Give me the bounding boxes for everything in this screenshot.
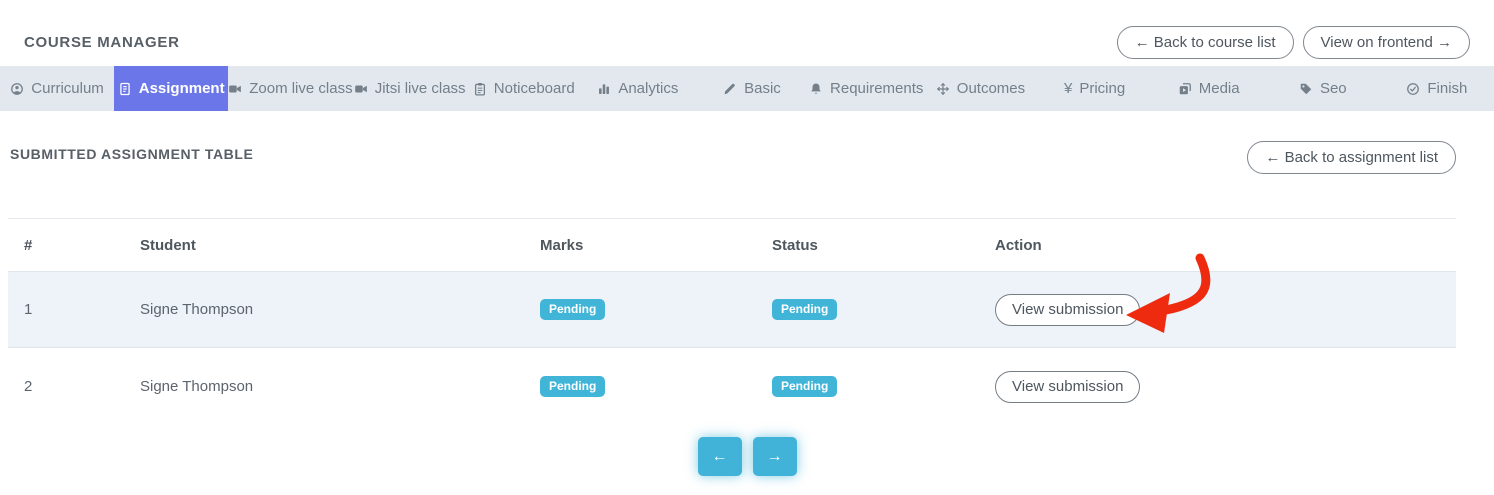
tab-label: Assignment	[139, 80, 225, 97]
tab-noticeboard[interactable]: Noticeboard	[467, 66, 581, 111]
back-to-assignment-list-button[interactable]: ← Back to assignment list	[1247, 141, 1456, 174]
marks-pending-badge: Pending	[540, 299, 605, 320]
next-page-button[interactable]: →	[753, 437, 797, 476]
student-cell: Signe Thompson	[124, 301, 524, 318]
bell-icon	[809, 82, 823, 96]
yen-icon: ¥	[1064, 82, 1072, 96]
index-cell: 2	[8, 378, 124, 395]
pen-icon	[723, 82, 737, 96]
section-header: SUBMITTED ASSIGNMENT TABLE ← Back to ass…	[10, 141, 1456, 174]
tab-pricing[interactable]: ¥ Pricing	[1038, 66, 1152, 111]
tab-label: Finish	[1427, 80, 1467, 97]
check-circle-icon	[1406, 82, 1420, 96]
table-row: 2Signe Thompson Pending Pending View submis…	[8, 348, 1456, 425]
tab-zoom-live-class[interactable]: Zoom live class	[228, 66, 352, 111]
table-row: 1Signe Thompson Pending Pending View submis…	[8, 271, 1456, 348]
tab-jitsi-live-class[interactable]: Jitsi live class	[353, 66, 467, 111]
tab-label: Requirements	[830, 80, 923, 97]
tab-label: Outcomes	[957, 80, 1025, 97]
tab-basic[interactable]: Basic	[695, 66, 809, 111]
student-cell: Signe Thompson	[124, 378, 524, 395]
column-header-student: Student	[124, 237, 524, 254]
column-header-marks: Marks	[524, 237, 756, 254]
view-submission-button[interactable]: View submission	[995, 294, 1140, 326]
table-body: 1Signe ThompsonPendingPendingView submis…	[8, 271, 1456, 425]
marks-cell: Pending	[524, 376, 756, 397]
column-header-index: #	[8, 237, 124, 254]
status-cell: Pending	[756, 299, 979, 320]
table-header-row: # Student Marks Status Action	[8, 219, 1456, 271]
view-on-frontend-button[interactable]: View on frontend →	[1303, 26, 1470, 59]
file-text-icon	[118, 82, 132, 96]
tab-label: Media	[1199, 80, 1240, 97]
column-header-status: Status	[756, 237, 979, 254]
section-title: SUBMITTED ASSIGNMENT TABLE	[10, 141, 253, 162]
bar-chart-icon	[597, 82, 611, 96]
clipboard-icon	[473, 82, 487, 96]
tab-label: Jitsi live class	[375, 80, 466, 97]
tab-label: Analytics	[618, 80, 678, 97]
tab-label: Seo	[1320, 80, 1347, 97]
marks-cell: Pending	[524, 299, 756, 320]
tab-label: Pricing	[1079, 80, 1125, 97]
back-to-course-list-button[interactable]: ← Back to course list	[1117, 26, 1294, 59]
status-pending-badge: Pending	[772, 376, 837, 397]
tab-analytics[interactable]: Analytics	[581, 66, 695, 111]
pagination: ← →	[0, 437, 1494, 476]
status-pending-badge: Pending	[772, 299, 837, 320]
tab-seo[interactable]: Seo	[1266, 66, 1380, 111]
column-header-action: Action	[979, 237, 1456, 254]
video-camera-icon	[228, 82, 242, 96]
tab-label: Curriculum	[31, 80, 104, 97]
tab-media[interactable]: Media	[1152, 66, 1266, 111]
user-circle-icon	[10, 82, 24, 96]
marks-pending-badge: Pending	[540, 376, 605, 397]
video-camera-icon	[354, 82, 368, 96]
tab-outcomes[interactable]: Outcomes	[923, 66, 1037, 111]
tag-icon	[1299, 82, 1313, 96]
tab-label: Zoom live class	[249, 80, 352, 97]
move-arrows-icon	[936, 82, 950, 96]
submitted-assignment-table: # Student Marks Status Action 1Signe Tho…	[8, 218, 1456, 425]
status-cell: Pending	[756, 376, 979, 397]
tab-finish[interactable]: Finish	[1380, 66, 1494, 111]
page-title: COURSE MANAGER	[24, 26, 180, 51]
tab-curriculum[interactable]: Curriculum	[0, 66, 114, 111]
action-cell: View submission	[979, 294, 1456, 326]
action-cell: View submission	[979, 371, 1456, 403]
tab-requirements[interactable]: Requirements	[809, 66, 923, 111]
tab-bar: Curriculum Assignment Zoom live class Jitsi…	[0, 66, 1494, 111]
media-play-icon	[1178, 82, 1192, 96]
index-cell: 1	[8, 301, 124, 318]
previous-page-button[interactable]: ←	[698, 437, 742, 476]
tab-label: Basic	[744, 80, 781, 97]
tab-assignment[interactable]: Assignment	[114, 66, 228, 111]
page-header: COURSE MANAGER ← Back to course list Vie…	[0, 0, 1494, 66]
tab-label: Noticeboard	[494, 80, 575, 97]
header-buttons: ← Back to course list View on frontend →	[1117, 26, 1470, 59]
view-submission-button[interactable]: View submission	[995, 371, 1140, 403]
